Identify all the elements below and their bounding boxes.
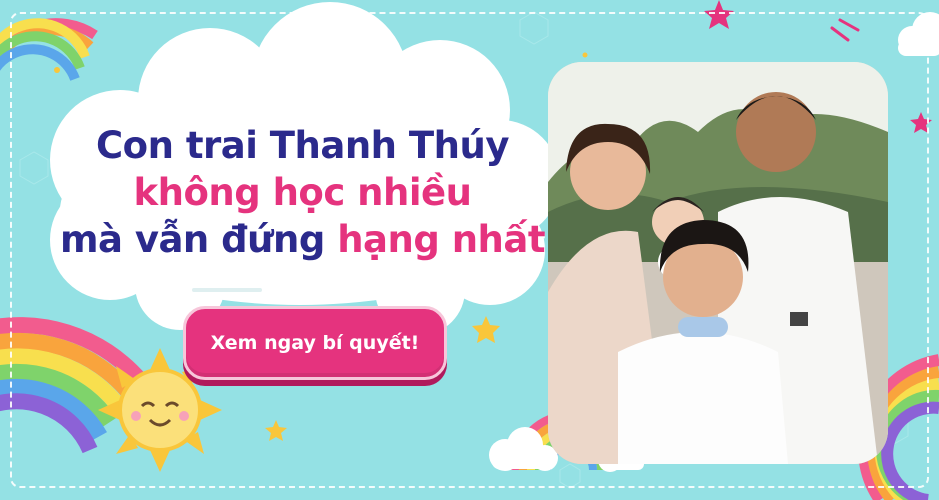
headline: Con trai Thanh Thúy không học nhiều mà v… [55,122,550,263]
cta-button[interactable]: Xem ngay bí quyết! [183,306,447,380]
family-photo [548,62,888,464]
headline-line-1: Con trai Thanh Thúy [96,124,509,167]
headline-line-3: mà vẫn đứng hạng nhất [55,216,550,263]
headline-line-3-text: mà vẫn đứng [59,218,338,261]
headline-highlight: hạng nhất [337,218,546,261]
headline-line-2: không học nhiều [133,171,472,214]
promo-banner: Con trai Thanh Thúy không học nhiều mà v… [0,0,939,500]
